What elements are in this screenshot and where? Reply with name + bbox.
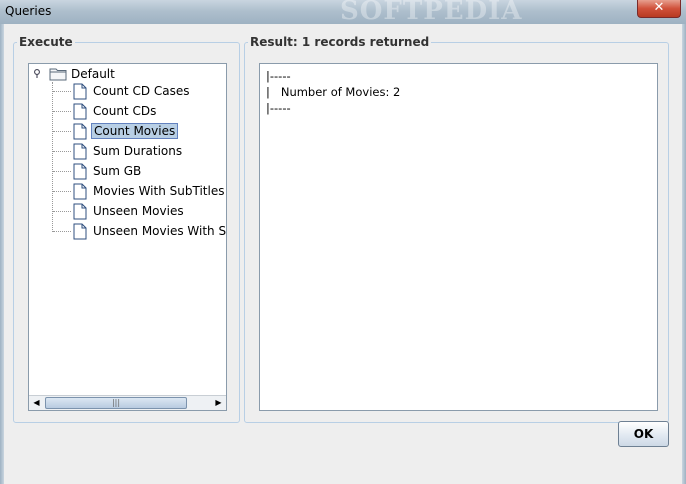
tree-item-label: Sum Durations (93, 144, 183, 158)
document-icon (73, 83, 87, 100)
document-icon (73, 103, 87, 120)
document-icon (73, 183, 87, 200)
document-icon (73, 163, 87, 180)
watermark: SOFTPEDIA (340, 0, 523, 26)
tree-item-label: Unseen Movies (93, 204, 184, 218)
folder-icon (49, 68, 67, 81)
close-button[interactable]: ✕ (637, 0, 681, 18)
tree-guide-line (52, 82, 53, 232)
result-text-area[interactable]: |----- | Number of Movies: 2 |----- (259, 63, 658, 411)
tree-branch-line (53, 91, 71, 92)
result-legend: Result: 1 records returned (250, 35, 430, 49)
result-line: | Number of Movies: 2 (266, 85, 401, 99)
document-icon (73, 203, 87, 220)
window-title: Queries (5, 4, 52, 18)
tree-item-label: Count CDs (93, 104, 157, 118)
tree-item-label: Count Movies (91, 123, 179, 139)
tree-branch-line (53, 171, 71, 172)
tree-item-label: Sum GB (93, 164, 142, 178)
result-line: |----- (266, 69, 291, 83)
scroll-thumb[interactable]: ||| (45, 397, 187, 409)
result-line: |----- (266, 101, 291, 115)
document-icon (73, 143, 87, 160)
tree-branch-line (53, 111, 71, 112)
queries-dialog: SOFTPEDIA Queries ✕ Execute Default Coun… (0, 0, 686, 484)
arrow-left-icon: ◀ (33, 398, 40, 407)
ok-button[interactable]: OK (618, 421, 669, 447)
tree-branch-line (53, 131, 71, 132)
dialog-content: Execute Default Count CD Cases Count CDs… (4, 24, 682, 480)
horizontal-scrollbar[interactable]: ◀ ||| ▶ (29, 395, 226, 410)
execute-panel: Execute Default Count CD Cases Count CDs… (13, 35, 240, 423)
execute-legend: Execute (19, 35, 73, 49)
grip-icon: ||| (111, 398, 121, 407)
tree-branch-line (53, 151, 71, 152)
tree-item-label: Count CD Cases (93, 84, 190, 98)
scroll-left-button[interactable]: ◀ (29, 396, 44, 410)
arrow-right-icon: ▶ (215, 398, 222, 407)
tree-branch-line (53, 211, 71, 212)
query-tree[interactable]: Default Count CD Cases Count CDs Count M… (28, 63, 227, 411)
window-frame-right (682, 24, 686, 484)
document-icon (73, 223, 87, 240)
tree-branch-line (53, 191, 71, 192)
collapse-toggle-icon[interactable] (33, 69, 42, 78)
result-panel: Result: 1 records returned |----- | Numb… (244, 35, 669, 423)
tree-item-label: Unseen Movies With Sub (93, 224, 227, 238)
tree-item-label: Movies With SubTitles (93, 184, 225, 198)
title-bar[interactable]: SOFTPEDIA Queries ✕ (0, 0, 686, 26)
scroll-right-button[interactable]: ▶ (211, 396, 226, 410)
close-icon: ✕ (653, 0, 665, 15)
tree-branch-line (53, 231, 71, 232)
document-icon (73, 123, 87, 140)
tree-root-label: Default (71, 67, 115, 81)
